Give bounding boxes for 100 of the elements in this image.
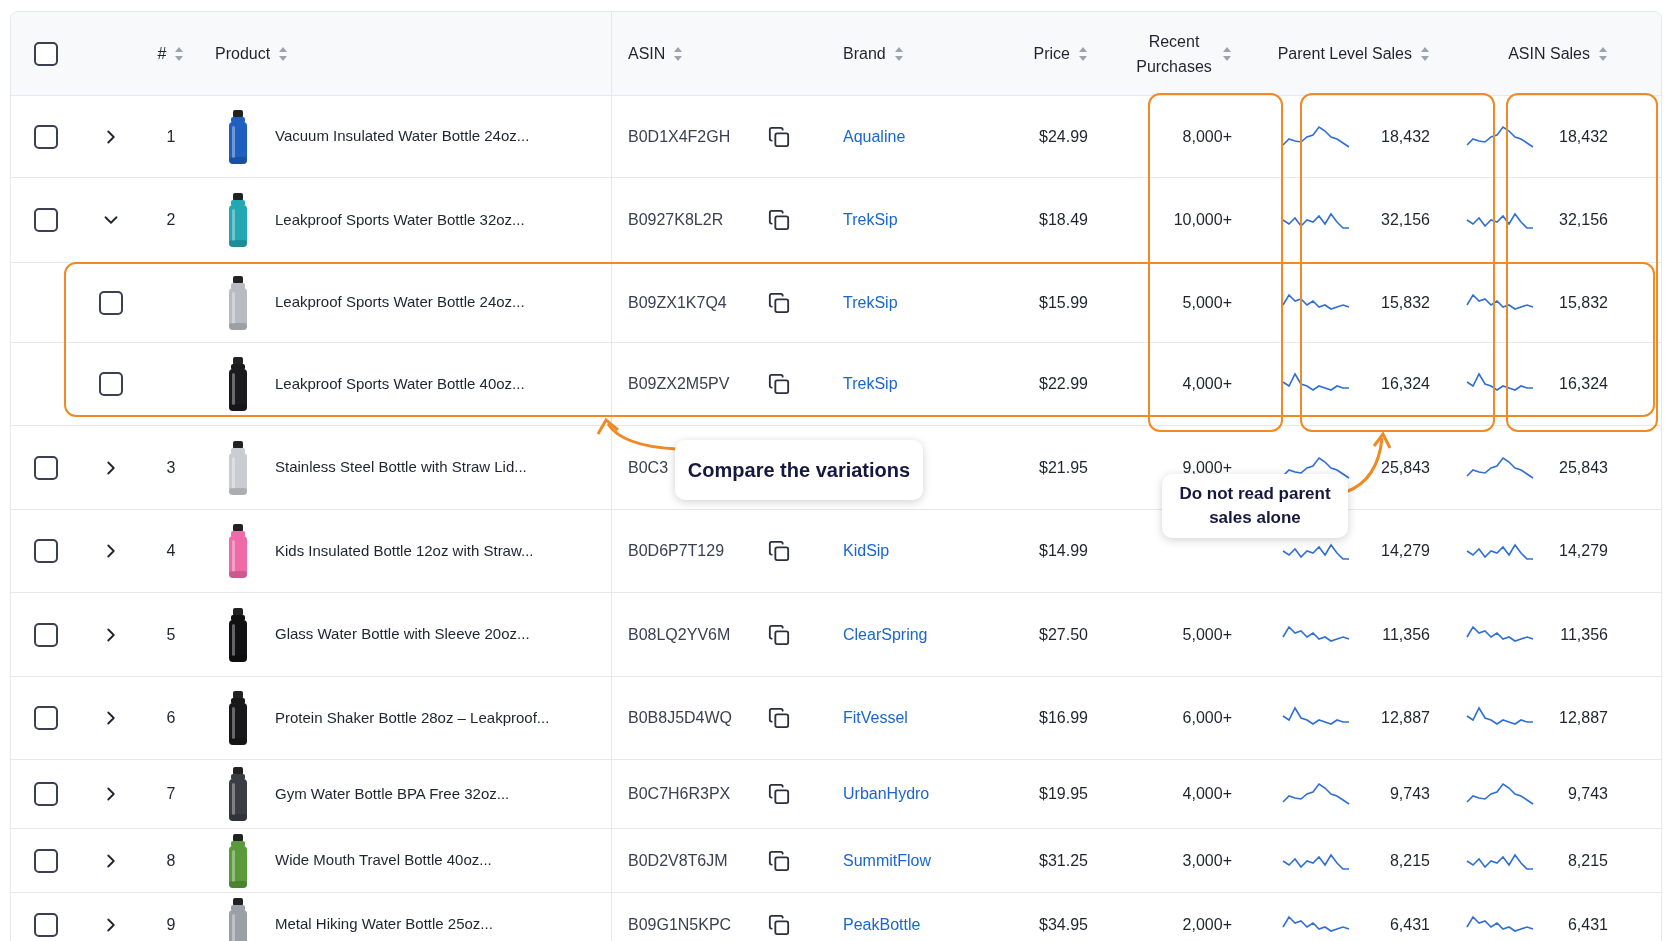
recent-purchases: 8,000+: [1182, 126, 1232, 147]
recent-purchases: 6,000+: [1182, 708, 1232, 728]
parent-sales: 8,215: [1388, 850, 1430, 871]
sparkline: [1282, 455, 1350, 480]
checkbox[interactable]: [34, 208, 58, 232]
row-number: 7: [166, 784, 176, 804]
price: $19.95: [1039, 784, 1088, 804]
checkbox[interactable]: [34, 848, 58, 873]
recent-purchases: 4,000+: [1182, 784, 1232, 804]
asin-sales: 9,743: [1566, 784, 1608, 804]
asin-text: B0C7H6R3PX: [628, 785, 731, 802]
copy-icon[interactable]: [768, 783, 790, 805]
callout: Compare the variations: [675, 440, 923, 500]
parent-sales: 12,887: [1380, 708, 1430, 728]
recent-purchases: 10,000+: [1173, 210, 1232, 230]
checkbox[interactable]: [99, 372, 123, 396]
checkbox[interactable]: [34, 124, 58, 149]
copy-icon[interactable]: [768, 209, 790, 231]
asin-sales: 16,324: [1558, 374, 1608, 394]
row-number: 3: [166, 457, 176, 478]
product-name: Wide Mouth Travel Bottle 40oz...: [275, 850, 492, 871]
column-header: ASIN Sales: [1508, 43, 1590, 64]
brand-link[interactable]: KidSip: [843, 542, 890, 559]
brand-link[interactable]: ClearSpring: [843, 625, 928, 643]
brand-link[interactable]: SummitFlow: [843, 851, 931, 869]
copy-icon[interactable]: [768, 125, 790, 148]
price: $34.95: [1039, 914, 1088, 935]
row-number: 2: [166, 210, 176, 230]
asin-text: B09ZX2M5PV: [628, 375, 730, 392]
sparkline: [1466, 782, 1534, 806]
checkbox[interactable]: [99, 290, 123, 315]
copy-icon[interactable]: [768, 540, 790, 562]
checkbox[interactable]: [34, 782, 58, 806]
product-name: Protein Shaker Bottle 28oz – Leakproof...: [275, 707, 550, 728]
asin-text: B0B8J5D4WQ: [628, 709, 733, 726]
checkbox[interactable]: [34, 912, 58, 937]
price: $16.99: [1039, 708, 1088, 728]
asin-sales: 32,156: [1558, 210, 1608, 230]
checkbox[interactable]: [34, 706, 58, 730]
column-header: Product: [215, 43, 271, 64]
brand-link[interactable]: PeakBottle: [843, 915, 921, 933]
row-number: 5: [166, 624, 176, 645]
asin-sales: 11,356: [1559, 624, 1608, 645]
copy-icon[interactable]: [768, 291, 790, 314]
parent-sales: 11,356: [1381, 624, 1430, 645]
asin-sales: 8,215: [1566, 850, 1608, 871]
recent-purchases: 3,000+: [1182, 850, 1232, 871]
asin-text: B09G1N5KPC: [628, 915, 732, 933]
copy-icon[interactable]: [768, 373, 790, 395]
price: $21.95: [1039, 457, 1088, 478]
column-header: Recent Purchases: [1135, 31, 1213, 77]
price: $27.50: [1039, 624, 1088, 645]
checkbox[interactable]: [34, 41, 58, 66]
asin-text: B0C3: [628, 458, 669, 476]
parent-sales: 9,743: [1388, 784, 1430, 804]
asin-sales: 14,279: [1558, 541, 1608, 561]
column-header: ASIN: [628, 43, 666, 64]
row-number: 9: [166, 914, 176, 935]
product-name: Leakproof Sports Water Bottle 40oz...: [275, 373, 525, 394]
brand-link[interactable]: UrbanHydro: [843, 785, 930, 802]
sparkline: [1282, 124, 1350, 149]
brand-link[interactable]: TrekSip: [843, 293, 898, 311]
product-name: Leakproof Sports Water Bottle 32oz...: [275, 209, 525, 230]
product-name: Gym Water Bottle BPA Free 32oz...: [275, 783, 510, 804]
brand-link[interactable]: FitVessel: [843, 709, 908, 726]
parent-sales: 25,843: [1380, 457, 1430, 478]
product-name: Glass Water Bottle with Sleeve 20oz...: [275, 624, 530, 645]
checkbox[interactable]: [34, 539, 58, 563]
asin-sales: 6,431: [1566, 914, 1608, 935]
product-name: Kids Insulated Bottle 12oz with Straw...: [275, 540, 534, 561]
parent-sales: 16,324: [1380, 374, 1430, 394]
parent-sales: 15,832: [1380, 292, 1430, 313]
asin-sales: 18,432: [1558, 126, 1608, 147]
recent-purchases: 5,000+: [1182, 624, 1232, 645]
copy-icon[interactable]: [768, 623, 790, 646]
brand-link[interactable]: Aqualine: [843, 127, 906, 145]
parent-sales: 6,431: [1388, 914, 1430, 935]
callout: Do not read parent sales alone: [1162, 474, 1348, 538]
recent-purchases: 4,000+: [1182, 374, 1232, 394]
copy-icon[interactable]: [768, 913, 790, 936]
product-name: Leakproof Sports Water Bottle 24oz...: [275, 292, 525, 313]
price: $31.25: [1039, 850, 1088, 871]
checkbox[interactable]: [34, 622, 58, 647]
asin-text: B0D2V8T6JM: [628, 851, 728, 869]
copy-icon[interactable]: [768, 849, 790, 872]
column-header: Price: [1033, 43, 1070, 64]
row-number: 8: [166, 850, 176, 871]
parent-sales: 14,279: [1380, 541, 1430, 561]
brand-link[interactable]: TrekSip: [843, 211, 898, 228]
sparkline: [1466, 124, 1534, 149]
parent-sales: 32,156: [1380, 210, 1430, 230]
checkbox[interactable]: [34, 455, 58, 480]
asin-text: B08LQ2YV6M: [628, 625, 731, 643]
recent-purchases: 2,000+: [1182, 914, 1232, 935]
column-header: #: [157, 43, 167, 64]
price: $22.99: [1039, 374, 1088, 394]
row-number: 6: [166, 708, 176, 728]
asin-text: B0927K8L2R: [628, 211, 724, 228]
copy-icon[interactable]: [768, 707, 790, 729]
brand-link[interactable]: TrekSip: [843, 375, 898, 392]
